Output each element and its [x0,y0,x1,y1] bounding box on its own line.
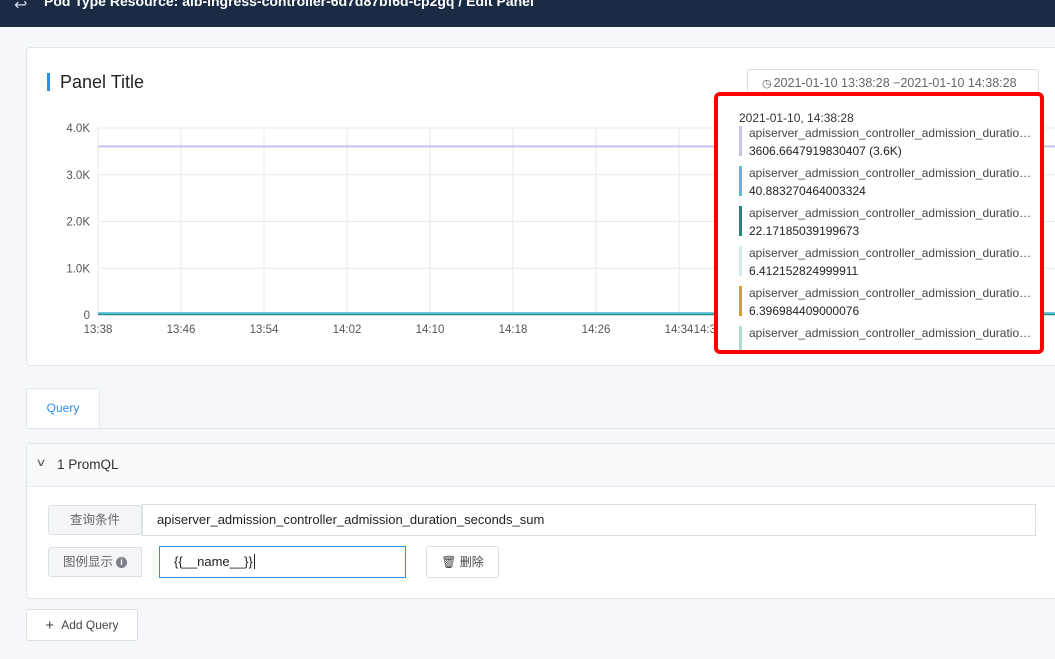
legend-input[interactable]: {{__name__}} [159,546,406,578]
y-tick-label: 4.0K [66,123,90,135]
y-tick-label: 1.0K [66,263,90,275]
tooltip-series-name: apiserver_admission_controller_admission… [749,326,1037,340]
trash-icon: 🗑 [441,555,457,569]
condition-label: 查询条件 [48,505,142,535]
x-tick-label: 14:34 [665,324,694,336]
chevron-down-icon[interactable]: ∨ [35,456,46,469]
tab-bar: Query [26,388,1055,429]
x-tick-label: 14:02 [333,324,362,336]
query-title: 1 PromQL [57,457,119,472]
add-query-label: Add Query [61,618,119,632]
add-query-button[interactable]: + Add Query [26,609,138,641]
y-tick-label: 2.0K [66,217,90,229]
back-arrow-icon[interactable]: ↩ [14,0,27,15]
series-swatch [739,246,742,276]
plus-icon: + [45,617,55,634]
series-swatch [739,326,742,350]
query-header[interactable]: ∨ 1 PromQL [27,444,1055,487]
tooltip-time: 2021-01-10, 14:38:28 [739,111,854,125]
info-icon[interactable]: i [116,557,127,568]
tooltip-series-value: 22.17185039199673 [749,224,860,238]
series-swatch [739,166,742,196]
x-tick-label: 14:10 [416,324,445,336]
series-swatch [739,206,742,236]
promql-input[interactable]: apiserver_admission_controller_admission… [142,504,1036,536]
delete-label: 删除 [459,555,484,569]
x-tick-label: 13:46 [167,324,196,336]
query-card: ∨ 1 PromQL 查询条件 apiserver_admission_cont… [26,443,1055,599]
series-swatch [739,126,742,156]
series-swatch [739,286,742,316]
tooltip-series-value: 3606.6647919830407 (3.6K) [749,144,902,158]
tooltip-series-value: 6.396984409000076 [749,304,860,318]
tooltip-series-name: apiserver_admission_controller_admission… [749,246,1037,260]
x-tick-label: 14:26 [582,324,611,336]
x-tick-label: 14:18 [499,324,528,336]
y-tick-label: 0 [84,310,90,322]
page-title: Pod Type Resource: alb-ingress-controlle… [44,0,534,9]
legend-input-value: {{__name__}} [174,554,253,569]
tab-query[interactable]: Query [26,388,100,428]
tooltip-series-value: 40.883270464003324 [749,184,866,198]
y-tick-label: 3.0K [66,170,90,182]
legend-label-text: 图例显示 [62,555,113,569]
legend-label: 图例显示 i [48,547,142,577]
tooltip-series-name: apiserver_admission_controller_admission… [749,166,1037,180]
text-cursor [253,554,255,569]
chart-tooltip: 2021-01-10, 14:38:28 apiserver_admission… [714,92,1044,354]
x-tick-label: 13:54 [250,324,279,336]
tooltip-series-value: 6.412152824999911 [749,264,859,278]
delete-button[interactable]: 🗑 删除 [426,546,499,578]
tooltip-series-name: apiserver_admission_controller_admission… [749,286,1037,300]
tooltip-series-name: apiserver_admission_controller_admission… [749,206,1037,220]
tooltip-series-name: apiserver_admission_controller_admission… [749,126,1037,140]
x-tick-label: 13:38 [84,324,113,336]
top-bar: ↩ Pod Type Resource: alb-ingress-control… [0,0,1055,27]
